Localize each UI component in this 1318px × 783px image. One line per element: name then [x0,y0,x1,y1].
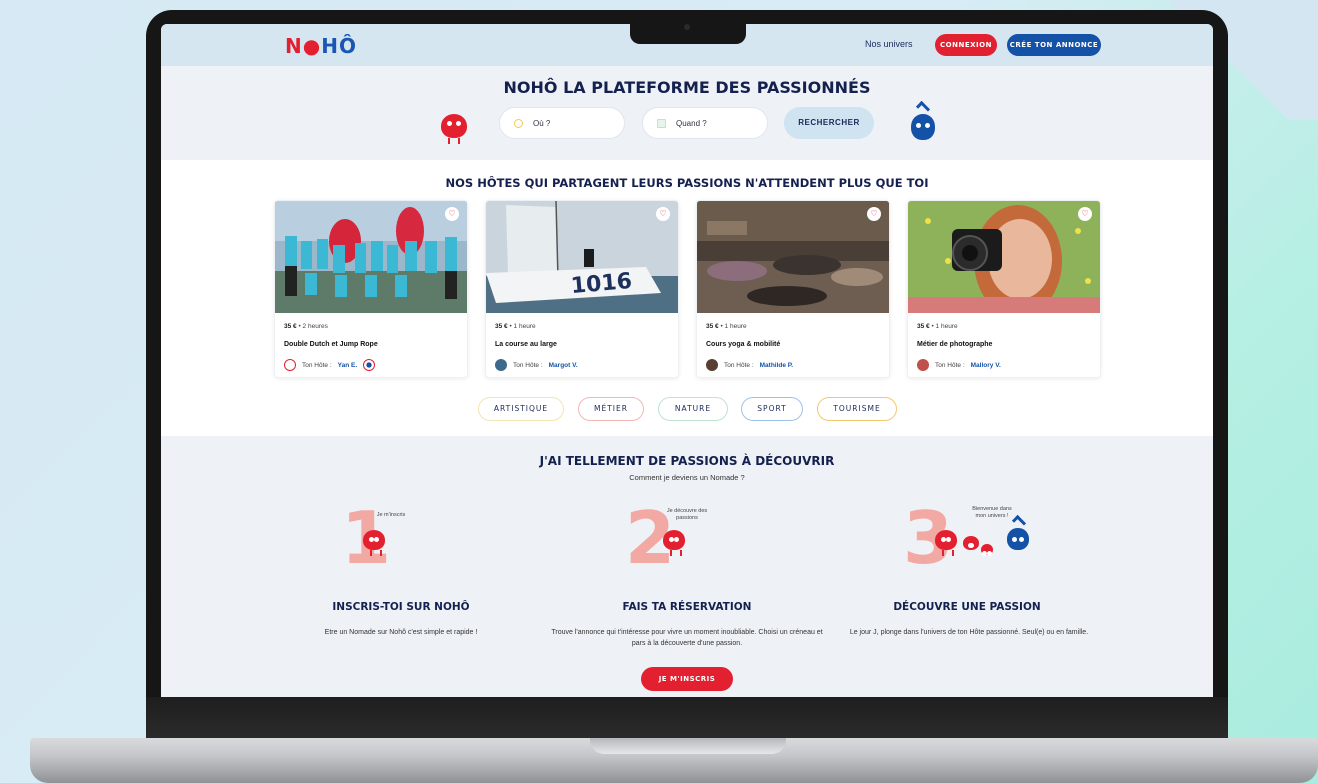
red-mascot-icon [935,530,957,556]
camera-icon [684,24,690,30]
logo-letter-n: N [285,34,303,58]
search-button[interactable]: RECHERCHER [784,107,874,139]
where-placeholder: Où ? [533,118,551,128]
card-title: Cours yoga & mobilité [706,341,781,348]
laptop-base-notch [590,738,786,754]
card-photo-yoga [697,201,889,313]
activity-card[interactable]: ♡ 35 € • 1 heure Cours yoga & mobilité T… [696,200,890,378]
speech-bubble: Je découvre des passions [666,508,708,521]
step-text: Le jour J, plonge dans l'univers de ton … [849,629,1089,636]
activity-card[interactable]: 1016 ♡ 35 € • 1 heure La course au large… [485,200,679,378]
create-ad-button[interactable]: CRÉE TON ANNONCE [1007,34,1101,56]
card-title: Métier de photographe [917,341,993,348]
host-avatar [706,359,718,371]
card-host: Ton Hôte : Mathilde P. [706,359,793,371]
host-avatar [284,359,296,371]
step-title: DÉCOUVRE UNE PASSION [893,601,1041,613]
red-mascot-icon [363,530,385,556]
card-meta: 35 € • 1 heure [917,323,958,330]
card-meta: 35 € • 1 heure [495,323,536,330]
laptop-screen: N●HÔ Nos univers CONNEXION CRÉE TON ANNO… [161,24,1213,697]
card-host: Ton Hôte : Mallory V. [917,359,1001,371]
steps-section-title: J'AI TELLEMENT DE PASSIONS À DÉCOUVRIR [539,454,835,468]
nohô-logo[interactable]: N●HÔ [285,34,357,58]
blue-mascot-icon [1007,514,1029,550]
logo-letter-o-hat: Ô [338,34,357,58]
red-mascot-icon [981,544,993,556]
activity-card[interactable]: ♡ 35 € • 2 heures Double Dutch et Jump R… [274,200,468,378]
category-metier[interactable]: MÉTIER [578,397,644,421]
host-name[interactable]: Margot V. [549,362,578,369]
category-sport[interactable]: SPORT [741,397,803,421]
favorite-heart-icon[interactable]: ♡ [656,207,670,221]
hero-title: NOHÔ LA PLATEFORME DES PASSIONNÉS [503,78,871,97]
laptop-notch [630,10,746,44]
location-pin-icon [363,359,376,371]
step-title: FAIS TA RÉSERVATION [622,601,752,613]
login-button[interactable]: CONNEXION [935,34,997,56]
host-prefix: Ton Hôte : [724,361,754,369]
nav-link-nos-univers[interactable]: Nos univers [865,39,913,49]
where-input[interactable]: Où ? [499,107,625,139]
category-tourisme[interactable]: TOURISME [817,397,897,421]
step-title: INSCRIS-TOI SUR NOHÔ [332,601,470,613]
card-meta: 35 € • 1 heure [706,323,747,330]
blue-mascot-icon [911,100,935,140]
category-artistique[interactable]: ARTISTIQUE [478,397,564,421]
sign-up-cta-button[interactable]: JE M'INSCRIS [641,667,733,691]
card-title: La course au large [495,341,557,348]
category-nature[interactable]: NATURE [658,397,728,421]
activity-card[interactable]: ♡ 35 € • 1 heure Métier de photographe T… [907,200,1101,378]
card-photo-sailing: 1016 [486,201,678,313]
card-photo-photographer [908,201,1100,313]
card-host: Ton Hôte : Yan E. [284,359,376,371]
speech-bubble: Bienvenue dans mon univers ! [972,506,1012,519]
host-avatar [495,359,507,371]
favorite-heart-icon[interactable]: ♡ [445,207,459,221]
host-prefix: Ton Hôte : [935,361,965,369]
logo-letter-o: ● [302,34,322,58]
step-text: Etre un Nomade sur Nohô c'est simple et … [324,629,478,636]
favorite-heart-icon[interactable]: ♡ [1078,207,1092,221]
card-title: Double Dutch et Jump Rope [284,341,378,348]
step-text: Trouve l'annonce qui t'intéresse pour vi… [551,629,823,647]
host-prefix: Ton Hôte : [513,361,543,369]
host-avatar [917,359,929,371]
favorite-heart-icon[interactable]: ♡ [867,207,881,221]
host-name[interactable]: Mallory V. [971,362,1001,369]
calendar-icon [657,118,666,128]
host-name[interactable]: Yan E. [338,362,358,369]
location-icon [514,118,523,128]
speech-bubble: Je m'inscris [376,512,406,518]
card-host: Ton Hôte : Margot V. [495,359,578,371]
red-mascot-icon [963,536,979,550]
steps-subtitle: Comment je deviens un Nomade ? [629,473,745,482]
boat-number: 1016 [570,269,633,299]
card-meta: 35 € • 2 heures [284,323,328,330]
host-prefix: Ton Hôte : [302,361,332,369]
host-name[interactable]: Mathilde P. [760,362,793,369]
logo-letter-h: H [321,34,339,58]
when-input[interactable]: Quand ? [642,107,768,139]
red-mascot-icon [441,114,467,144]
when-placeholder: Quand ? [676,118,707,128]
laptop-bottom-bezel [146,697,1228,739]
hosts-section-title: NOS HÔTES QUI PARTAGENT LEURS PASSIONS N… [445,176,929,190]
card-photo-jump-rope [275,201,467,313]
red-mascot-icon [663,530,685,556]
